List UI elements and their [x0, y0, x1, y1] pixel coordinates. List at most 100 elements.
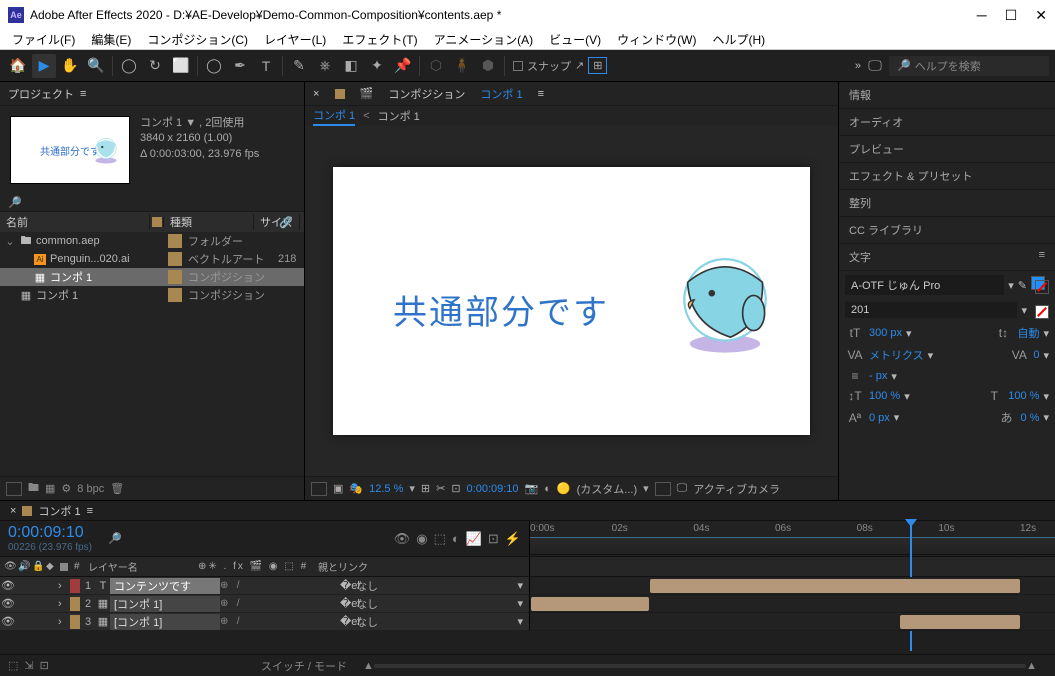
timeline-zoom-slider[interactable]: ▲▲ [353, 660, 1047, 672]
tl-motionblur-button[interactable]: ◐ [452, 531, 460, 547]
brush-tool[interactable]: ✎ [287, 54, 311, 78]
hand-tool[interactable]: ✋ [58, 54, 82, 78]
vscale-input[interactable]: 100 % [869, 390, 900, 402]
font-size-input[interactable]: 300 px [869, 327, 902, 339]
project-item[interactable]: ⌄🖿common.aepフォルダー [0, 232, 304, 250]
work-area-bar[interactable] [530, 537, 1055, 555]
timeline-layer-row[interactable]: 👁 › 3 ▦ [コンポ 1] ⊕ / �el なし ▾ [0, 613, 1055, 631]
menu-window[interactable]: ウィンドウ(W) [609, 31, 704, 48]
col-type[interactable]: 種類 [164, 214, 254, 230]
show-channel-button[interactable]: ◐ [544, 483, 551, 495]
color-depth-button[interactable]: ⚙ [61, 482, 71, 495]
timeline-layer-row[interactable]: 👁 › 2 ▦ [コンポ 1] ⊕ / �el なし ▾ [0, 595, 1055, 613]
tl-graph-button[interactable]: 📈 [466, 531, 482, 547]
close-button[interactable]: ✕ [1035, 7, 1047, 24]
view-layout-button[interactable] [655, 482, 671, 496]
comp-header-name[interactable]: コンポ 1 [480, 86, 522, 102]
snap-option-icon[interactable]: ⊞ [588, 57, 607, 74]
tsume-input[interactable]: 0 % [1021, 412, 1040, 424]
comp-tab-2[interactable]: コンポ 1 [378, 108, 420, 124]
tl-shy-button[interactable]: 👁 [394, 531, 411, 547]
kerning-input[interactable]: メトリクス [869, 347, 924, 363]
snapshot-button[interactable]: 📷 [525, 482, 539, 495]
zoom-level[interactable]: 12.5 % [369, 483, 403, 495]
timeline-timecode[interactable]: 0:00:09:10 [8, 524, 92, 542]
parent-col[interactable]: 親とリンク [314, 559, 372, 574]
tl-frameblend-button[interactable]: ⬚ [434, 531, 446, 547]
tracking-input[interactable]: 0 [1033, 349, 1039, 361]
layer-label[interactable] [70, 579, 80, 593]
switch-mode-toggle[interactable]: スイッチ / モード [261, 658, 347, 674]
selection-tool[interactable]: ▶ [32, 54, 56, 78]
project-item[interactable]: ▦コンポ 1コンポジション [0, 268, 304, 286]
font-family-select[interactable]: A-OTF じゅん Pro [845, 275, 1004, 295]
project-item[interactable]: AiPenguin...020.aiベクトルアート218 [0, 250, 304, 268]
tl-collapse-icon[interactable]: ⇲ [24, 659, 33, 672]
stroke-width-input[interactable]: - px [869, 370, 887, 382]
baseline-input[interactable]: 0 px [869, 412, 890, 424]
tl-expand-icon[interactable]: ⊡ [40, 659, 49, 672]
timeline-tab[interactable]: コンポ 1 [38, 503, 80, 519]
mask-button[interactable]: 🎭 [349, 482, 363, 495]
col-name[interactable]: 名前 [0, 214, 150, 230]
text-tool[interactable]: T [254, 54, 278, 78]
custom-view[interactable]: (カスタム...) [577, 481, 638, 497]
color-management-button[interactable]: 🟡 [557, 482, 571, 495]
help-search-input[interactable]: 🔎ヘルプを検索 [889, 56, 1049, 76]
composition-viewer[interactable]: 共通部分です [333, 167, 810, 435]
font-weight-select[interactable]: 201 [845, 302, 1017, 318]
maximize-button[interactable]: ☐ [1005, 7, 1018, 24]
col-link-icon[interactable]: 🔗 [273, 216, 300, 229]
active-camera[interactable]: アクティブカメラ [693, 481, 780, 497]
hscale-input[interactable]: 100 % [1008, 390, 1039, 402]
delete-button[interactable]: 🗑 [110, 482, 124, 495]
tl-brainstorm-button[interactable]: ⊡ [488, 531, 499, 547]
new-comp-button[interactable]: ▦ [45, 482, 55, 495]
roto-tool[interactable]: ✦ [365, 54, 389, 78]
panel-effects[interactable]: エフェクト & プリセット [839, 163, 1055, 190]
layer-label[interactable] [70, 597, 80, 611]
panel-align[interactable]: 整列 [839, 190, 1055, 217]
timeline-layer-row[interactable]: 👁 › 1 T コンテンツです ⊕ / �el なし ▾ [0, 577, 1055, 595]
zoom-tool[interactable]: 🔍 [84, 54, 108, 78]
toggle-transparency-button[interactable]: ▣ [333, 482, 343, 495]
visibility-toggle[interactable]: 👁 [0, 579, 16, 592]
comp-time[interactable]: 0:00:09:10 [467, 483, 519, 495]
project-search-icon[interactable]: 🔎 [8, 196, 22, 209]
pan-behind-tool[interactable]: ⬜ [169, 54, 193, 78]
guides-button[interactable]: ⊡ [451, 482, 460, 495]
panel-info[interactable]: 情報 [839, 82, 1055, 109]
layer-name-col[interactable]: レイヤー名 [84, 559, 194, 574]
interpret-footage-button[interactable] [6, 482, 22, 496]
eraser-tool[interactable]: ◧ [339, 54, 363, 78]
solo-col-icon[interactable]: 🔒 [28, 561, 42, 572]
pen-tool[interactable]: ✒ [228, 54, 252, 78]
panel-audio[interactable]: オーディオ [839, 109, 1055, 136]
layer-label[interactable] [70, 615, 80, 629]
tl-draft3d-button[interactable]: ◉ [416, 531, 427, 547]
panel-character[interactable]: 文字 [849, 249, 871, 265]
panel-menu-icon[interactable]: ≡ [80, 88, 86, 100]
eyedropper-icon[interactable]: ✎ [1018, 279, 1027, 292]
menu-view[interactable]: ビュー(V) [541, 31, 609, 48]
audio-col-icon[interactable]: 🔊 [14, 561, 28, 572]
bpc-label[interactable]: 8 bpc [77, 483, 104, 495]
menu-layer[interactable]: レイヤー(L) [256, 31, 334, 48]
orbit-tool[interactable]: ◯ [117, 54, 141, 78]
comp-tab-1[interactable]: コンポ 1 [313, 107, 355, 126]
panel-preview[interactable]: プレビュー [839, 136, 1055, 163]
menu-effect[interactable]: エフェクト(T) [334, 31, 425, 48]
panel-cc[interactable]: CC ライブラリ [839, 217, 1055, 244]
leading-input[interactable]: 自動 [1017, 325, 1039, 341]
project-item[interactable]: ▦コンポ 1コンポジション [0, 286, 304, 304]
roi-button[interactable]: ✂ [436, 482, 445, 495]
tl-toggle-switches-icon[interactable]: ⬚ [8, 659, 18, 672]
video-col-icon[interactable]: 👁 [0, 561, 14, 572]
panel-menu-icon[interactable]: ≡ [1039, 249, 1045, 265]
visibility-toggle[interactable]: 👁 [0, 597, 16, 610]
stroke-swatch[interactable] [1031, 301, 1049, 319]
home-tool[interactable]: 🏠 [6, 54, 30, 78]
puppet-tool[interactable]: 📌 [391, 54, 415, 78]
menu-edit[interactable]: 編集(E) [83, 31, 139, 48]
menu-animation[interactable]: アニメーション(A) [426, 31, 542, 48]
